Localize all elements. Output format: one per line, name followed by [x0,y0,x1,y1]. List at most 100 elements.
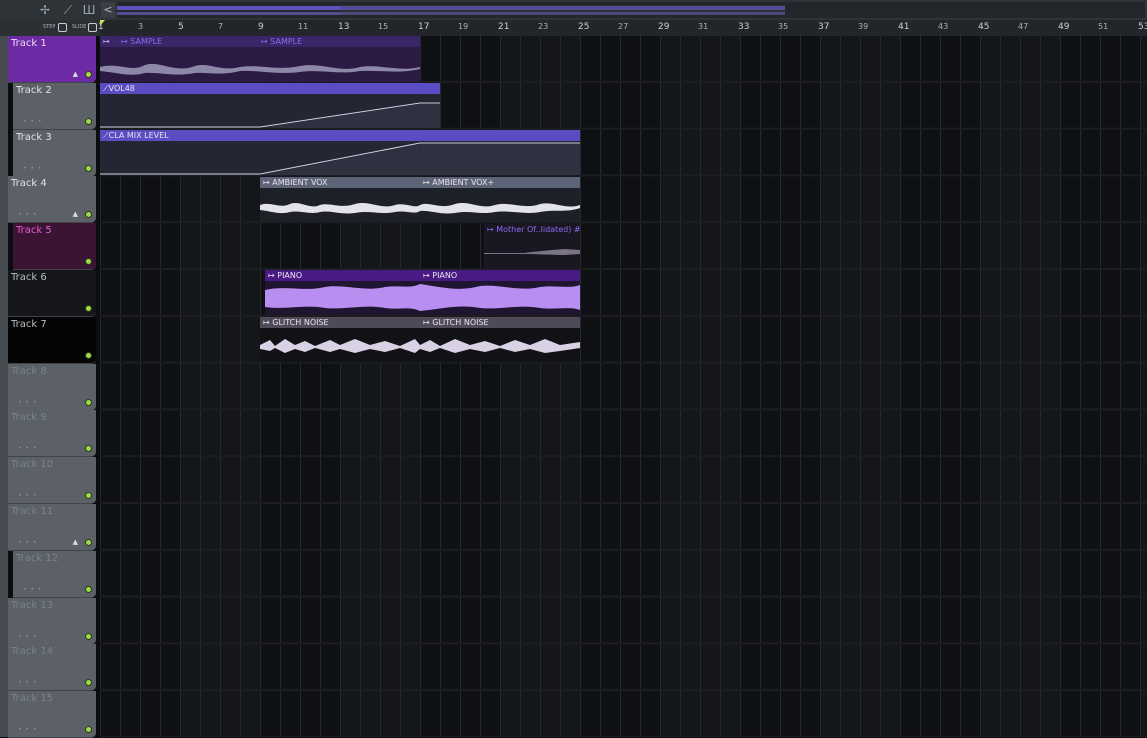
mute-led-icon[interactable] [85,351,92,359]
clip-glitch-noise[interactable]: ↦ GLITCH NOISE ↦ GLITCH NOISE [260,317,580,362]
scroll-left-button[interactable]: < [101,2,115,18]
playlist-grid[interactable]: ↦ ↦ SAMPLE ↦ SAMPLE ⟋VOL48 ⟋CLA MIX LEVE… [100,36,1147,737]
track-header-6[interactable]: Track 6 [8,270,96,317]
track-header-12[interactable]: Track 12 • • • [13,550,96,598]
ruler-bar-number: 45 [978,22,990,32]
timeline-ruler[interactable]: 1 3 5 7 9 11 13 15 17 19 21 23 25 27 29 31 33 35 37 39 41 43 4… [98,20,1147,37]
ruler-bar-number: 5 [178,22,184,32]
automation-curve [100,102,440,128]
waveform [265,284,580,311]
track-label: Track 6 [11,272,47,283]
step-checkbox[interactable] [58,23,67,32]
track-header-7[interactable]: Track 7 [8,316,96,364]
clip-piano[interactable]: ↦ PIANO ↦ PIANO [265,270,580,315]
clip-ambient-vox[interactable]: ↦ AMBIENT VOX ↦ AMBIENT VOX+ [260,177,580,222]
ruler-bar-number: 3 [138,22,144,31]
mute-led-icon[interactable] [85,398,92,406]
ruler-bar-number: 33 [738,22,750,32]
top-toolbar: ✢ ⟋ Ш < [0,0,1147,21]
ruler-bar-number: 51 [1098,22,1109,31]
ruler-bar-number: 17 [418,22,430,32]
track-label: Track 4 [11,178,47,190]
track-header-3[interactable]: Track 3 • • • [13,129,96,177]
collapse-icon[interactable]: ▲ [73,70,78,78]
mute-led-icon[interactable] [85,492,92,500]
grip-icon: • • • [18,679,38,687]
ruler-bar-number: 47 [1018,22,1029,31]
mute-led-icon[interactable] [85,726,92,734]
track-label: Track 9 [11,412,47,424]
collapse-icon[interactable]: ▲ [73,538,78,546]
ruler-bar-number: 31 [698,22,709,31]
track-header-4[interactable]: Track 4 • • • ▲ [8,176,96,224]
track-label: Track 13 [11,599,54,611]
ruler-bar-number: 19 [458,22,469,31]
grip-icon: • • • [23,585,43,593]
ruler-bar-number: 35 [778,22,789,31]
ruler-bar-number: 43 [938,22,949,31]
mute-led-icon[interactable] [85,632,92,640]
grip-icon: • • • [18,445,38,453]
track-label: Track 8 [11,365,47,377]
track-header-5[interactable]: Track 5 [13,223,96,271]
track-label: Track 14 [11,646,54,658]
mute-led-icon[interactable] [85,164,92,172]
mute-led-icon[interactable] [85,305,92,312]
track-label: Track 5 [16,225,52,237]
track-header-1[interactable]: Track 1 ▲ [8,36,96,83]
track-header-14[interactable]: Track 14 • • • [8,644,96,692]
slide-label: SLIDE [72,24,87,30]
grip-icon: • • • [18,539,38,546]
ruler-bar-number: 25 [578,22,590,32]
clip-mother-of[interactable]: ↦ Mother Of..lidated) #2 [484,224,580,269]
ruler-bar-number: 37 [818,22,830,32]
collapse-icon[interactable]: ▲ [73,210,78,218]
track-header-8[interactable]: Track 8 • • • [8,363,96,411]
track-header-15[interactable]: Track 15 • • • [8,691,96,738]
ruler-bar-number: 23 [538,22,549,31]
ruler-bar-number: 39 [858,22,869,31]
mute-led-icon[interactable] [85,539,92,546]
grip-icon: • • • [18,211,38,219]
clip-sample[interactable]: ↦ ↦ SAMPLE ↦ SAMPLE [100,36,420,82]
waveform [484,249,580,255]
mute-led-icon[interactable] [85,211,92,219]
playlist-options: STEP SLIDE [0,20,100,36]
track-strip-edge [0,36,8,737]
slide-checkbox[interactable] [88,23,97,32]
grip-icon: • • • [18,726,38,734]
snap-icon[interactable]: ✢ [36,2,54,18]
mute-led-icon[interactable] [85,445,92,453]
ruler-bar-number: 7 [218,22,224,31]
track-label: Track 12 [16,552,59,564]
ruler-bar-number: 41 [898,22,910,32]
ruler-bar-number: 49 [1058,22,1070,32]
automation-icon[interactable]: ⟋ [59,2,77,18]
playhead-marker[interactable] [100,20,105,26]
track-label: Track 7 [11,318,47,330]
track-label: Track 1 [11,38,47,49]
mute-led-icon[interactable] [85,585,92,593]
grip-icon: • • • [18,632,38,640]
track-header-13[interactable]: Track 13 • • • [8,597,96,645]
mute-led-icon[interactable] [85,117,92,125]
pattern-icon[interactable]: Ш [80,2,98,18]
ruler-bar-number: 11 [298,22,309,31]
ruler-bar-number: 53 [1138,22,1147,32]
track-header-10[interactable]: Track 10 • • • [8,457,96,505]
track-header-11[interactable]: Track 11 • • • ▲ [8,504,96,551]
clip-cla-mix-level[interactable]: ⟋CLA MIX LEVEL [100,130,580,175]
tool-group: ✢ ⟋ Ш [0,0,100,20]
track-label: Track 11 [11,506,54,517]
grip-icon: • • • [18,398,38,406]
track-header-2[interactable]: Track 2 • • • [13,82,96,130]
horizontal-scrollbar-thumb[interactable] [340,5,785,15]
mute-led-icon[interactable] [85,71,92,78]
clip-vol48[interactable]: ⟋VOL48 [100,83,440,128]
automation-curve [100,142,580,175]
track-header-9[interactable]: Track 9 • • • [8,410,96,458]
track-label: Track 15 [11,693,54,705]
grip-icon: • • • [18,492,38,500]
mute-led-icon[interactable] [85,258,92,266]
mute-led-icon[interactable] [85,679,92,687]
